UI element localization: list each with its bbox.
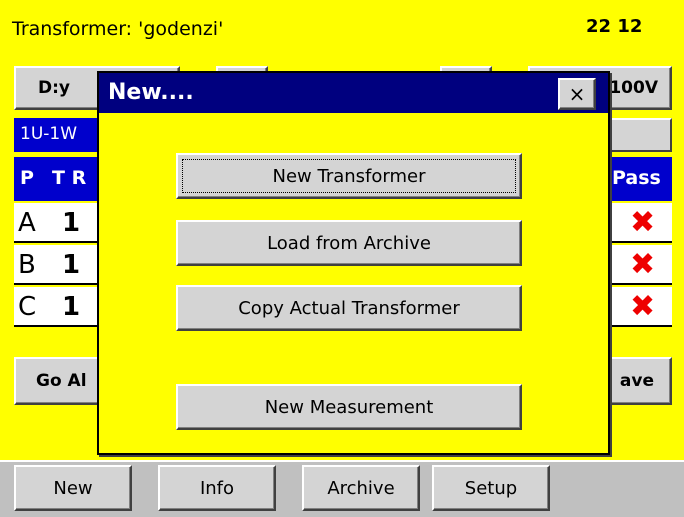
info-label: Info [199,477,235,499]
new-button[interactable]: New [14,465,132,511]
new-transformer-label: New Transformer [272,165,426,187]
new-label: New [53,477,93,499]
new-transformer-button[interactable]: New Transformer [176,153,522,199]
voltage-label: 100V [609,78,658,98]
go-all-label: Go Al [36,371,87,391]
x-mark-icon: ✖ [630,247,656,282]
row-value: 1 [62,292,81,322]
setup-button[interactable]: Setup [432,465,550,511]
copy-actual-transformer-label: Copy Actual Transformer [238,297,460,319]
header-tr: T R [52,167,87,189]
archive-button[interactable]: Archive [302,465,420,511]
load-from-archive-button[interactable]: Load from Archive [176,220,522,266]
winding-label: 1U-1W [20,124,78,144]
x-mark-icon: ✖ [630,289,656,324]
copy-actual-transformer-button[interactable]: Copy Actual Transformer [176,285,522,331]
app-title: Transformer: 'godenzi' [12,18,224,40]
vector-group-label: D:y [38,78,70,98]
row-phase: B [18,250,36,280]
new-measurement-label: New Measurement [264,396,434,418]
save-label: ave [619,371,654,391]
row-phase: A [18,208,36,238]
header-pass: Pass [612,167,661,189]
archive-label: Archive [327,477,395,499]
clock: 22 12 [586,16,643,37]
row-phase: C [18,292,37,322]
row-value: 1 [62,208,81,238]
new-measurement-button[interactable]: New Measurement [176,384,522,430]
row-value: 1 [62,250,81,280]
load-from-archive-label: Load from Archive [267,232,431,254]
close-icon: × [568,82,586,106]
dialog-title: New.... [108,80,194,105]
header-phase: P [20,167,34,189]
x-mark-icon: ✖ [630,205,656,240]
close-button[interactable]: × [558,78,596,110]
info-button[interactable]: Info [158,465,276,511]
setup-label: Setup [464,477,518,499]
band-right-panel [608,118,672,152]
